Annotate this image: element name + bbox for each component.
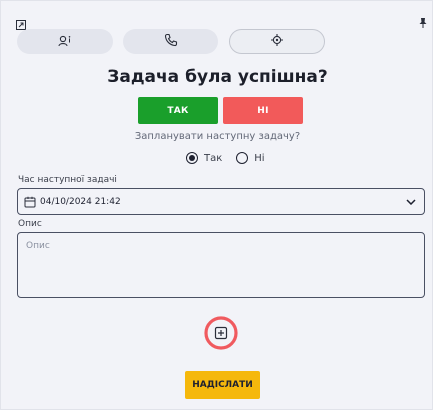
radio-selected-dot xyxy=(189,155,195,161)
yes-button[interactable]: ТАК xyxy=(138,97,218,124)
description-placeholder: Опис xyxy=(26,241,50,251)
description-textarea[interactable]: Опис xyxy=(17,232,425,298)
task-success-title: Задача була успішна? xyxy=(107,67,328,87)
task-result-panel: Задача була успішна? ТАК НІ Запланувати … xyxy=(0,0,433,410)
schedule-question: Запланувати наступну задачу? xyxy=(134,131,301,142)
pin-icon[interactable] xyxy=(418,14,428,28)
agent-info-icon xyxy=(58,32,72,51)
next-task-time-label: Час наступної задачі xyxy=(18,175,117,185)
description-label: Опис xyxy=(18,219,42,229)
radio-yes[interactable] xyxy=(186,152,198,164)
next-task-time-field[interactable]: 04/10/2024 21:42 xyxy=(17,188,425,215)
agent-info-button[interactable] xyxy=(17,29,113,54)
call-button[interactable] xyxy=(123,29,218,54)
no-button[interactable]: НІ xyxy=(223,97,303,124)
attach-file-button[interactable] xyxy=(204,316,238,350)
submit-button[interactable]: НАДІСЛАТИ xyxy=(185,371,260,399)
expand-icon[interactable] xyxy=(16,15,26,30)
target-icon xyxy=(270,32,284,51)
next-task-time-value: 04/10/2024 21:42 xyxy=(40,196,121,207)
radio-no[interactable] xyxy=(236,152,249,164)
schedule-radio-group: Так Ні xyxy=(186,152,265,164)
target-button[interactable] xyxy=(229,29,325,54)
radio-yes-label: Так xyxy=(204,152,223,164)
plus-square-icon xyxy=(214,326,228,340)
phone-icon xyxy=(164,32,178,51)
calendar-icon xyxy=(24,196,36,208)
radio-no-label: Ні xyxy=(254,152,265,164)
chevron-down-icon[interactable] xyxy=(406,198,416,205)
